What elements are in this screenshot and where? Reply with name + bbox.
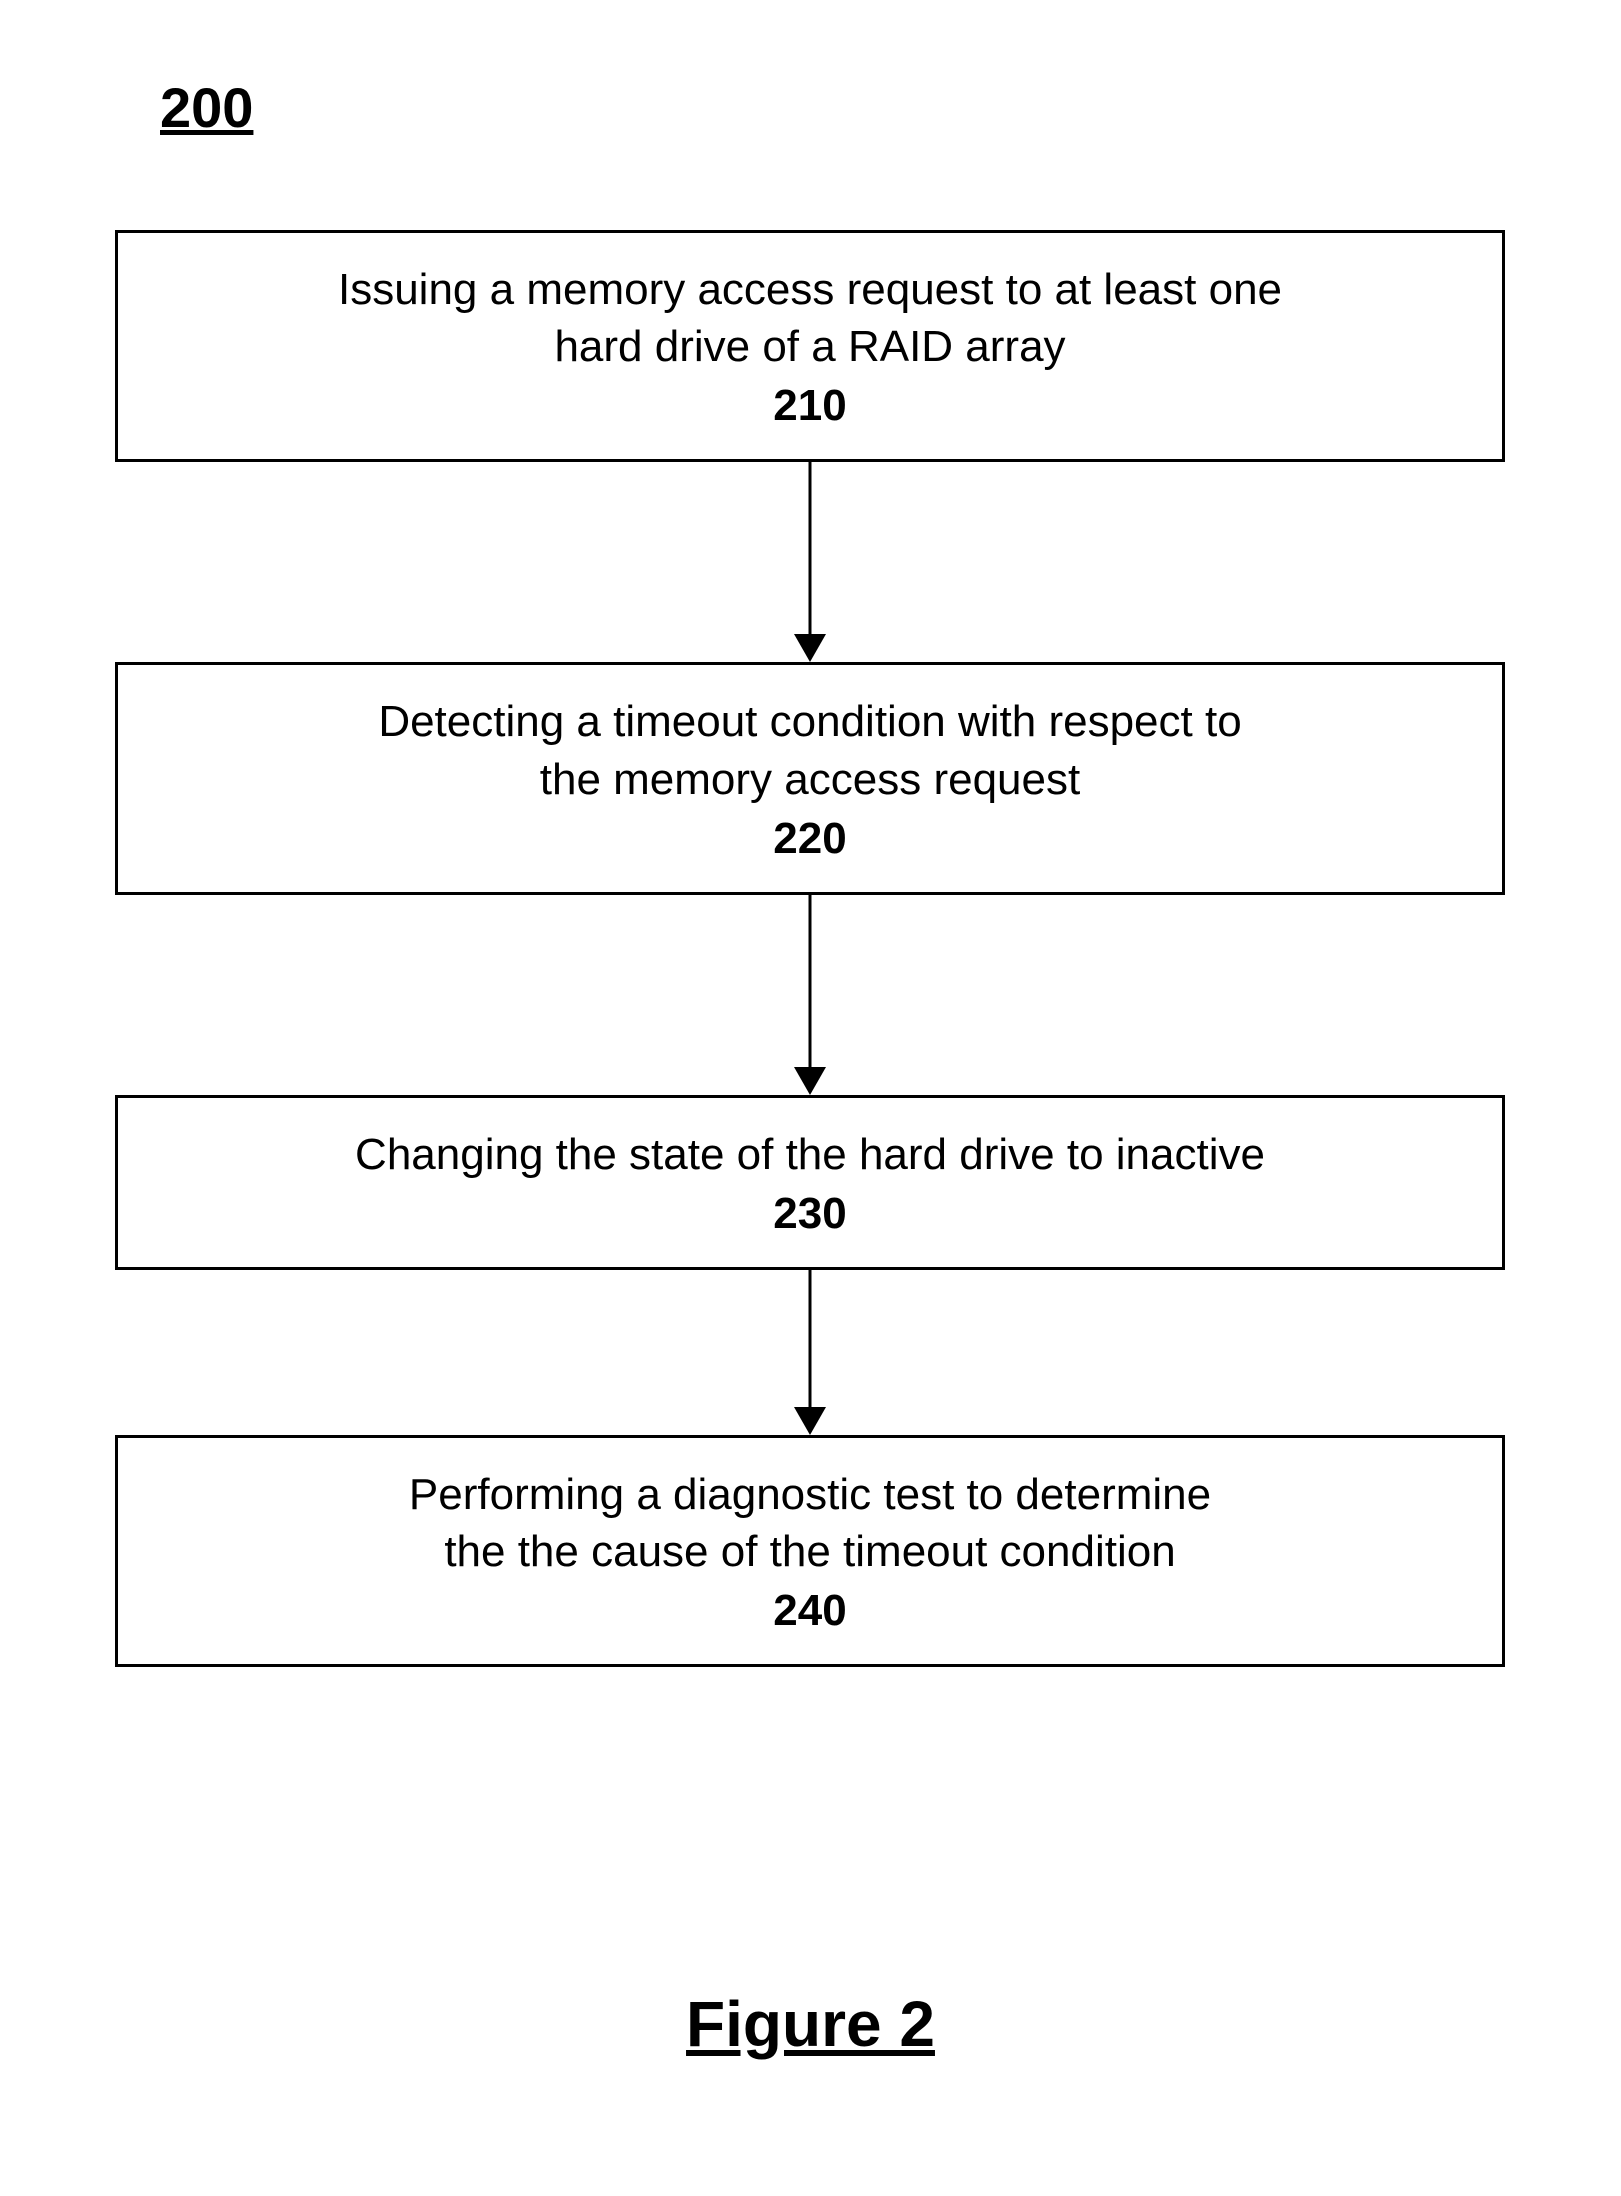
arrow-down-icon bbox=[115, 895, 1505, 1095]
step-ref: 220 bbox=[148, 814, 1472, 864]
arrow-down-icon bbox=[115, 1270, 1505, 1435]
figure-number-label: 200 bbox=[160, 75, 253, 140]
step-text: Issuing a memory access request to at le… bbox=[148, 261, 1472, 375]
step-text-line1: Issuing a memory access request to at le… bbox=[338, 265, 1282, 314]
step-text-line1: Detecting a timeout condition with respe… bbox=[378, 697, 1241, 746]
step-text-line2: the the cause of the timeout condition bbox=[444, 1527, 1175, 1576]
step-ref: 240 bbox=[148, 1586, 1472, 1636]
flow-step-210: Issuing a memory access request to at le… bbox=[115, 230, 1505, 462]
flowchart: Issuing a memory access request to at le… bbox=[115, 230, 1505, 1667]
step-text: Performing a diagnostic test to determin… bbox=[148, 1466, 1472, 1580]
flow-step-220: Detecting a timeout condition with respe… bbox=[115, 662, 1505, 894]
flow-step-230: Changing the state of the hard drive to … bbox=[115, 1095, 1505, 1270]
step-text-line2: the memory access request bbox=[540, 755, 1080, 804]
step-text: Detecting a timeout condition with respe… bbox=[148, 693, 1472, 807]
page: 200 Issuing a memory access request to a… bbox=[0, 0, 1621, 2196]
step-ref: 210 bbox=[148, 381, 1472, 431]
flow-step-240: Performing a diagnostic test to determin… bbox=[115, 1435, 1505, 1667]
step-text-line1: Changing the state of the hard drive to … bbox=[355, 1130, 1265, 1179]
step-text-line2: hard drive of a RAID array bbox=[554, 322, 1065, 371]
step-text: Changing the state of the hard drive to … bbox=[148, 1126, 1472, 1183]
step-ref: 230 bbox=[148, 1189, 1472, 1239]
figure-caption: Figure 2 bbox=[0, 1987, 1621, 2061]
step-text-line1: Performing a diagnostic test to determin… bbox=[409, 1470, 1211, 1519]
arrow-down-icon bbox=[115, 462, 1505, 662]
